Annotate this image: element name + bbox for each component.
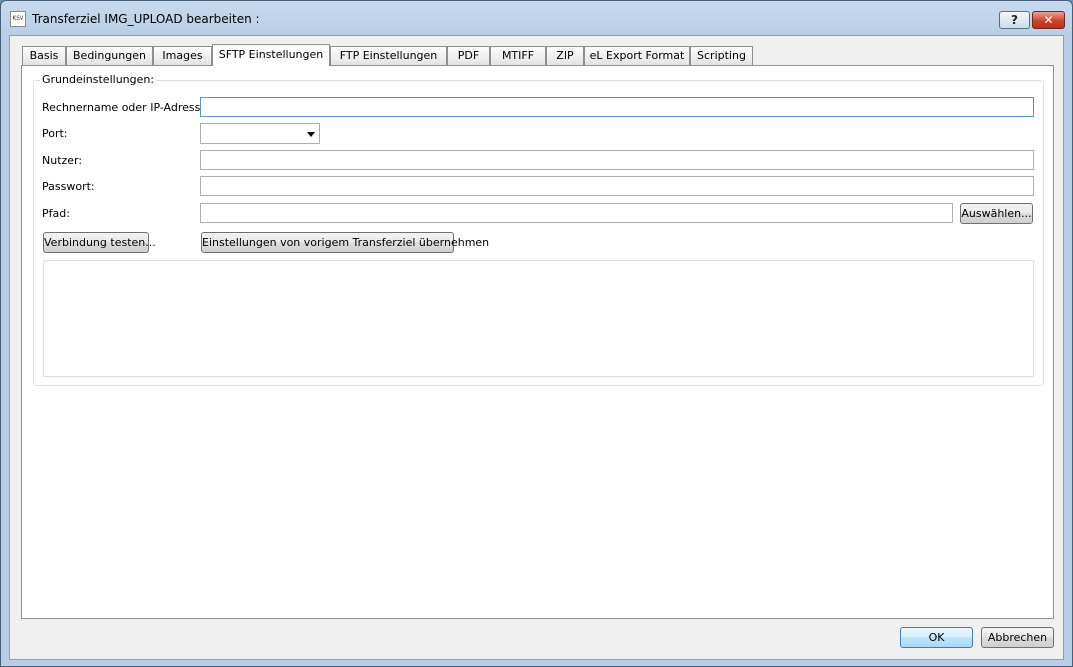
user-input[interactable] bbox=[200, 150, 1034, 170]
tab-panel-sftp: Grundeinstellungen: Rechnername oder IP-… bbox=[21, 65, 1054, 619]
test-connection-button[interactable]: Verbindung testen... bbox=[43, 232, 156, 253]
ok-button[interactable]: OK bbox=[900, 627, 973, 648]
help-button[interactable]: ? bbox=[999, 11, 1030, 29]
dropdown-arrow-icon bbox=[307, 132, 315, 137]
browse-button[interactable]: Auswählen... bbox=[960, 203, 1033, 224]
close-button[interactable]: ✕ bbox=[1032, 11, 1065, 29]
port-label: Port: bbox=[42, 127, 68, 140]
host-label: Rechnername oder IP-Adresse: bbox=[42, 101, 211, 114]
tab-images[interactable]: Images bbox=[153, 46, 212, 65]
path-input[interactable] bbox=[200, 203, 953, 223]
window-title: Transferziel IMG_UPLOAD bearbeiten : bbox=[32, 12, 260, 26]
host-input[interactable] bbox=[200, 97, 1034, 117]
password-label: Passwort: bbox=[42, 180, 95, 193]
basic-settings-group: Grundeinstellungen: Rechnername oder IP-… bbox=[33, 73, 1044, 386]
tab-scripting[interactable]: Scripting bbox=[690, 46, 753, 65]
tab-sftp-einstellungen[interactable]: SFTP Einstellungen bbox=[212, 44, 330, 66]
user-label: Nutzer: bbox=[42, 154, 83, 167]
title-bar[interactable]: KSV Transferziel IMG_UPLOAD bearbeiten :… bbox=[1, 1, 1072, 35]
connection-log-area[interactable] bbox=[43, 260, 1034, 377]
copy-settings-button[interactable]: Einstellungen von vorigem Transferziel ü… bbox=[201, 232, 489, 253]
tab-zip[interactable]: ZIP bbox=[546, 46, 584, 65]
path-label: Pfad: bbox=[42, 207, 70, 220]
tab-basis[interactable]: Basis bbox=[22, 46, 66, 65]
tab-ftp-einstellungen[interactable]: FTP Einstellungen bbox=[330, 46, 447, 65]
dialog-client-area: Basis Bedingungen Images SFTP Einstellun… bbox=[9, 35, 1064, 660]
tab-el-export-format[interactable]: eL Export Format bbox=[584, 46, 690, 65]
tab-bedingungen[interactable]: Bedingungen bbox=[66, 46, 153, 65]
port-select[interactable] bbox=[200, 123, 320, 144]
password-input[interactable] bbox=[200, 176, 1034, 196]
tab-pdf[interactable]: PDF bbox=[447, 46, 490, 65]
cancel-button[interactable]: Abbrechen bbox=[981, 627, 1054, 648]
group-title: Grundeinstellungen: bbox=[40, 73, 157, 86]
dialog-window: KSV Transferziel IMG_UPLOAD bearbeiten :… bbox=[0, 0, 1073, 667]
tab-mtiff[interactable]: MTIFF bbox=[490, 46, 546, 65]
app-icon: KSV bbox=[10, 11, 26, 27]
